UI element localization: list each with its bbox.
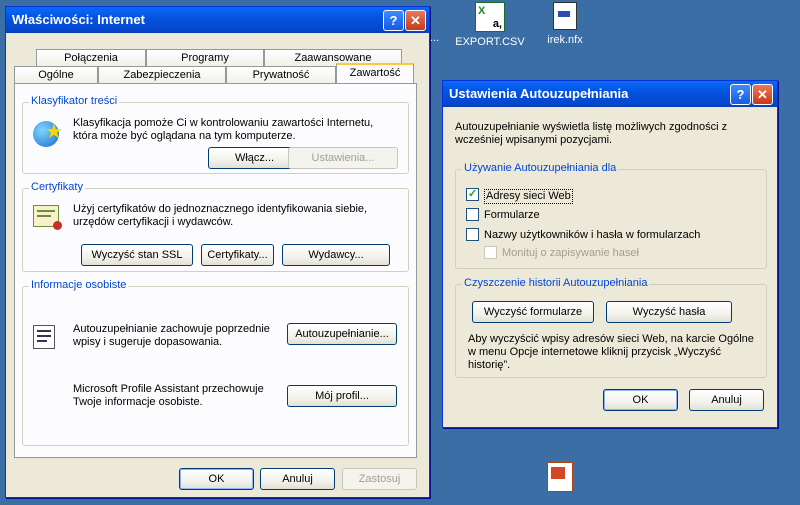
group-label: Klasyfikator treści bbox=[29, 95, 120, 107]
personal-information-group: Informacje osobiste Autouzupełnianie zac… bbox=[22, 279, 409, 446]
content-settings-button[interactable]: Ustawienia... bbox=[288, 147, 398, 169]
autocomplete-intro: Autouzupełnianie wyświetla listę możliwy… bbox=[455, 121, 728, 146]
content-tab-panel: Klasyfikator treści ★ Klasyfikacja pomoż… bbox=[14, 83, 417, 458]
clear-history-note: Aby wyczyścić wpisy adresów sieci Web, n… bbox=[468, 333, 754, 371]
prompt-save-passwords-label: Monituj o zapisywanie haseł bbox=[502, 247, 639, 259]
group-label: Używanie Autouzupełniania dla bbox=[462, 162, 619, 174]
ok-button[interactable]: OK bbox=[603, 389, 678, 411]
content-advisor-description: Klasyfikacja pomoże Ci w kontrolowaniu z… bbox=[73, 117, 374, 142]
prompt-save-passwords-checkbox[interactable] bbox=[484, 246, 497, 259]
certificate-icon bbox=[33, 205, 62, 230]
autocomplete-description: Autouzupełnianie zachowuje poprzednie wp… bbox=[73, 323, 270, 348]
publishers-button[interactable]: Wydawcy... bbox=[282, 244, 390, 266]
certificates-description: Użyj certyfikatów do jednoznacznego iden… bbox=[73, 203, 368, 228]
cancel-button[interactable]: Anuluj bbox=[260, 468, 335, 490]
close-button[interactable]: ✕ bbox=[405, 10, 426, 31]
my-profile-button[interactable]: Mój profil... bbox=[287, 385, 397, 407]
help-button[interactable]: ? bbox=[730, 84, 751, 105]
powerpoint-file-icon bbox=[547, 462, 573, 492]
certificates-group: Certyfikaty Użyj certyfikatów do jednozn… bbox=[22, 181, 409, 272]
desktop-fragment-dots: ... bbox=[430, 32, 440, 44]
forms-label: Formularze bbox=[484, 209, 540, 221]
tab-programs[interactable]: Programy bbox=[146, 49, 264, 67]
globe-star-icon: ★ bbox=[33, 121, 63, 147]
group-label: Informacje osobiste bbox=[29, 279, 129, 291]
usernames-passwords-checkbox[interactable] bbox=[466, 228, 479, 241]
usernames-passwords-label: Nazwy użytkowników i hasła w formularzac… bbox=[484, 229, 701, 241]
forms-checkbox[interactable] bbox=[466, 208, 479, 221]
ok-button[interactable]: OK bbox=[179, 468, 254, 490]
group-label: Certyfikaty bbox=[29, 181, 85, 193]
tab-connections[interactable]: Połączenia bbox=[36, 49, 146, 67]
clear-history-group: Czyszczenie historii Autouzupełniania Wy… bbox=[455, 277, 767, 378]
clear-ssl-state-button[interactable]: Wyczyść stan SSL bbox=[81, 244, 193, 266]
help-icon: ? bbox=[736, 87, 745, 102]
close-icon: ✕ bbox=[410, 13, 421, 28]
web-addresses-checkbox[interactable]: ✓ bbox=[466, 188, 479, 201]
help-button[interactable]: ? bbox=[383, 10, 404, 31]
autocomplete-settings-window: Ustawienia Autouzupełniania ? ✕ Autouzup… bbox=[442, 80, 778, 428]
help-icon: ? bbox=[389, 13, 398, 28]
certificates-button[interactable]: Certyfikaty... bbox=[201, 244, 274, 266]
desktop-icon-irek-nfx[interactable]: irek.nfx bbox=[535, 2, 595, 46]
desktop-icon-label: irek.nfx bbox=[547, 34, 583, 46]
desktop-icon-export-csv[interactable]: a, X EXPORT.CSV bbox=[455, 2, 525, 48]
desktop-icon-label: EXPORT.CSV bbox=[455, 36, 525, 48]
clear-passwords-button[interactable]: Wyczyść hasła bbox=[606, 301, 732, 323]
autocomplete-button[interactable]: Autouzupełnianie... bbox=[287, 323, 397, 345]
nfx-file-icon bbox=[553, 2, 577, 30]
content-advisor-group: Klasyfikator treści ★ Klasyfikacja pomoż… bbox=[22, 95, 409, 174]
internet-properties-titlebar[interactable]: Właściwości: Internet bbox=[6, 7, 429, 33]
close-button[interactable]: ✕ bbox=[752, 84, 773, 105]
web-addresses-label: Adresy sieci Web bbox=[484, 189, 573, 204]
tab-general[interactable]: Ogólne bbox=[14, 66, 98, 84]
tab-content[interactable]: Zawartość bbox=[336, 63, 414, 84]
tab-security[interactable]: Zabezpieczenia bbox=[98, 66, 226, 84]
desktop-icon-powerpoint[interactable] bbox=[545, 462, 575, 496]
use-autocomplete-group: Używanie Autouzupełniania dla ✓ Adresy s… bbox=[455, 162, 767, 269]
excel-file-icon: a, X bbox=[475, 2, 505, 32]
checkmark-icon: ✓ bbox=[468, 188, 478, 200]
group-label: Czyszczenie historii Autouzupełniania bbox=[462, 277, 650, 289]
apply-button[interactable]: Zastosuj bbox=[342, 468, 417, 490]
internet-properties-window: Właściwości: Internet ? ✕ Połączenia Pro… bbox=[5, 6, 430, 498]
autocomplete-titlebar[interactable]: Ustawienia Autouzupełniania bbox=[443, 81, 777, 107]
window-title: Właściwości: Internet bbox=[12, 12, 145, 27]
tab-privacy[interactable]: Prywatność bbox=[226, 66, 336, 84]
profile-assistant-description: Microsoft Profile Assistant przechowuje … bbox=[73, 383, 264, 408]
cancel-button[interactable]: Anuluj bbox=[689, 389, 764, 411]
autocomplete-form-icon bbox=[33, 325, 55, 349]
clear-forms-button[interactable]: Wyczyść formularze bbox=[472, 301, 594, 323]
close-icon: ✕ bbox=[757, 87, 768, 102]
window-title: Ustawienia Autouzupełniania bbox=[449, 86, 629, 101]
